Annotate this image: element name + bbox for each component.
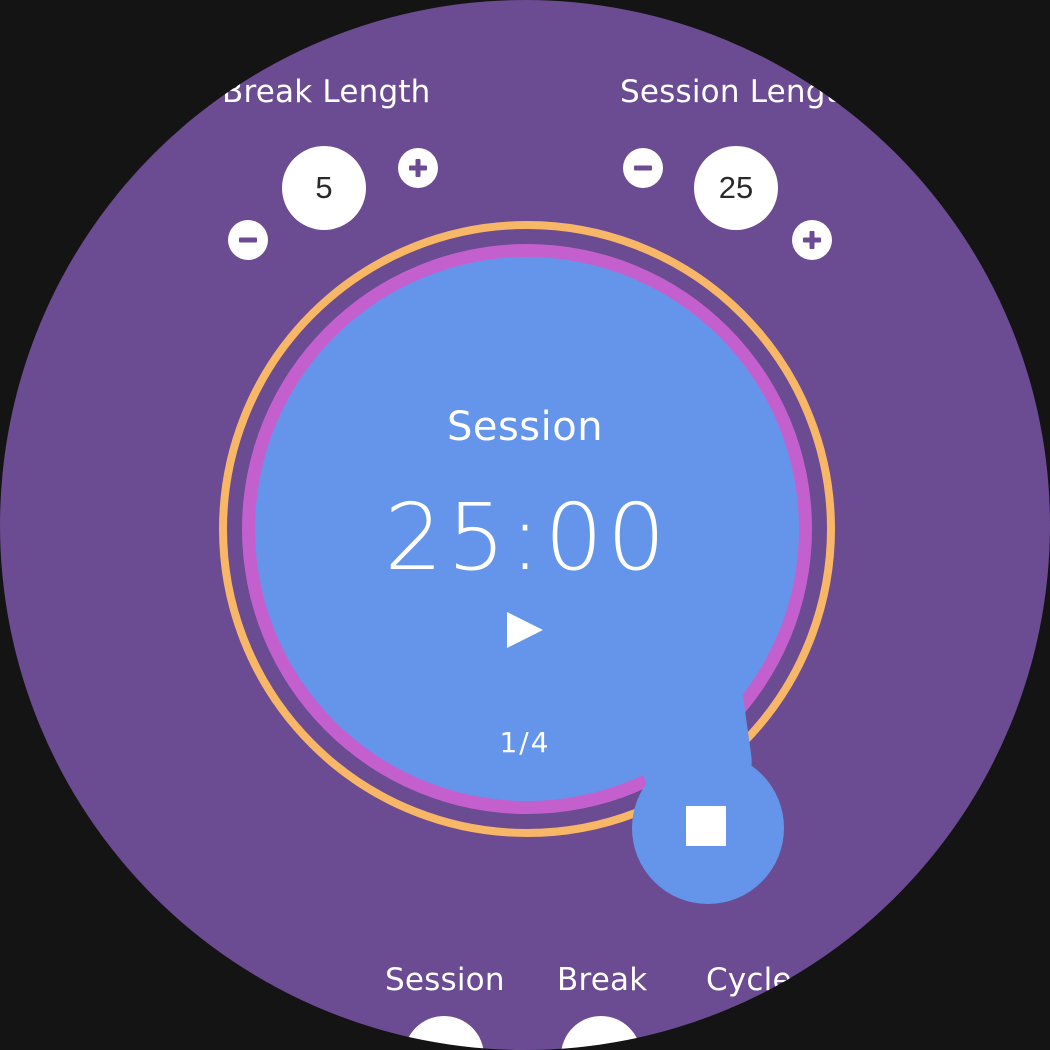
- stop-button[interactable]: [686, 806, 726, 846]
- timer-mode-label: Session: [446, 404, 604, 450]
- stats-cycle-label: Cycle: [706, 962, 792, 998]
- stats-break-bubble: [561, 1016, 641, 1050]
- stats-break-label: Break: [557, 962, 648, 998]
- watch-face: Break Length 5 Session Lengt 25 Session …: [0, 0, 1050, 1050]
- stats-session-bubble: [404, 1016, 484, 1050]
- play-button[interactable]: [503, 608, 547, 652]
- plus-icon: [409, 159, 427, 177]
- break-length-label: Break Length: [222, 74, 431, 110]
- session-decrement-button[interactable]: [623, 148, 663, 188]
- minus-icon: [634, 165, 652, 171]
- session-increment-button[interactable]: [792, 220, 832, 260]
- timer-time-display: 25:00: [384, 484, 670, 591]
- minus-icon: [239, 237, 257, 243]
- break-increment-button[interactable]: [398, 148, 438, 188]
- break-decrement-button[interactable]: [228, 220, 268, 260]
- session-length-value: 25: [694, 146, 778, 230]
- stats-session-label: Session: [385, 962, 505, 998]
- plus-icon: [803, 231, 821, 249]
- session-length-label: Session Lengt: [620, 74, 839, 110]
- break-length-value: 5: [282, 146, 366, 230]
- cycle-counter: 1/4: [499, 726, 551, 759]
- play-icon: [507, 612, 543, 648]
